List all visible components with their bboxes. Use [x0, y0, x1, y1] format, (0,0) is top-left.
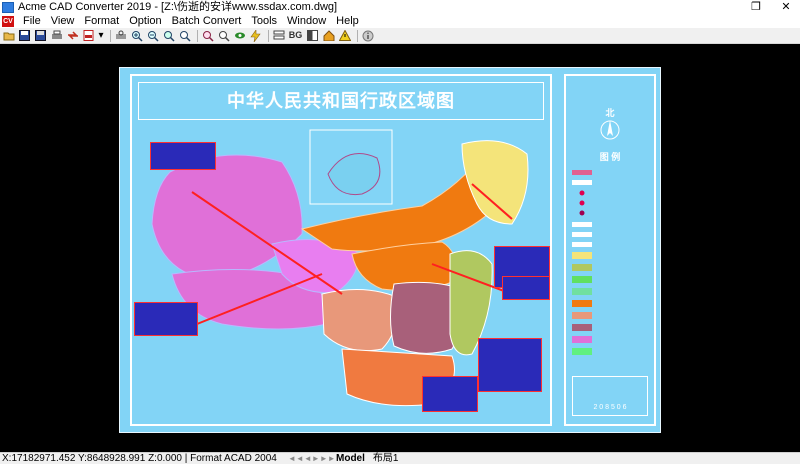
save-as-icon[interactable]: [34, 29, 47, 42]
prev-layout-button[interactable]: ◄: [304, 454, 312, 463]
layout-nav: ◄◄ ◄ ► ►►: [288, 454, 336, 463]
dropdown-arrow-icon[interactable]: ▾: [98, 29, 104, 42]
annotation-box: [150, 142, 216, 170]
map-frame: 中华人民共和国行政区域图: [130, 74, 552, 426]
background-color-button[interactable]: BG: [288, 29, 303, 42]
layers-icon[interactable]: [272, 29, 285, 42]
black-white-icon[interactable]: [306, 29, 319, 42]
menu-bar: CV File View Format Option Batch Convert…: [0, 14, 800, 28]
window-title: Acme CAD Converter 2019 - [Z:\伤逝的安详www.s…: [18, 1, 338, 13]
zoom-in-icon[interactable]: [130, 29, 143, 42]
title-bar: Acme CAD Converter 2019 - [Z:\伤逝的安详www.s…: [0, 0, 800, 14]
open-icon[interactable]: [2, 29, 15, 42]
menu-window[interactable]: Window: [282, 14, 331, 28]
menu-option[interactable]: Option: [124, 14, 166, 28]
zoom-window-icon[interactable]: [162, 29, 175, 42]
first-layout-button[interactable]: ◄◄: [288, 454, 304, 463]
annotation-box: [502, 276, 550, 300]
drawing-workspace[interactable]: 中华人民共和国行政区域图 北 图 例 2 0 8 5 0 6: [0, 44, 800, 452]
annotation-box: [134, 302, 198, 336]
map-title-box: 中华人民共和国行政区域图: [138, 82, 544, 120]
toolbar-separator: [110, 29, 111, 42]
toolbar-separator: [197, 29, 198, 42]
app-icon: [2, 1, 14, 13]
toolbar-separator: [357, 29, 358, 42]
about-icon[interactable]: [361, 29, 374, 42]
map-title: 中华人民共和国行政区域图: [227, 91, 455, 111]
annotation-box: [422, 376, 478, 412]
toolbar: ▾ BG: [0, 28, 800, 44]
save-icon[interactable]: [18, 29, 31, 42]
menu-tools[interactable]: Tools: [246, 14, 282, 28]
zoom-realtime-icon[interactable]: [178, 29, 191, 42]
north-arrow-icon: [600, 120, 620, 140]
zoom-out-icon[interactable]: [146, 29, 159, 42]
menu-help[interactable]: Help: [331, 14, 364, 28]
menu-file[interactable]: File: [18, 14, 46, 28]
tab-layout1[interactable]: 布局1: [369, 453, 403, 464]
menu-format[interactable]: Format: [79, 14, 124, 28]
annotation-box: [478, 338, 542, 392]
zoom-previous-icon[interactable]: [217, 29, 230, 42]
close-button[interactable]: ✕: [772, 0, 800, 14]
tab-model[interactable]: Model: [332, 453, 369, 464]
pdf-icon[interactable]: [82, 29, 95, 42]
print-preview-icon[interactable]: [114, 29, 127, 42]
home-icon[interactable]: [322, 29, 335, 42]
toolbar-separator: [268, 29, 269, 42]
zoom-extents-icon[interactable]: [201, 29, 214, 42]
view-icon[interactable]: [233, 29, 246, 42]
menu-batch-convert[interactable]: Batch Convert: [167, 14, 247, 28]
cursor-coordinates: X:17182971.452 Y:8648928.991 Z:0.000 | F…: [2, 453, 277, 464]
legend-frame: 北 图 例 2 0 8 5 0 6: [564, 74, 656, 426]
legend-title: 图 例: [599, 152, 621, 162]
warning-icon[interactable]: [338, 29, 351, 42]
restore-button[interactable]: ❐: [742, 0, 770, 14]
document-icon[interactable]: CV: [2, 15, 14, 27]
next-layout-button[interactable]: ►: [312, 454, 320, 463]
legend-code: 2 0 8 5 0 6: [593, 404, 627, 411]
status-bar: X:17182971.452 Y:8648928.991 Z:0.000 | F…: [0, 452, 800, 464]
dwg-drawing[interactable]: 中华人民共和国行政区域图 北 图 例 2 0 8 5 0 6: [119, 67, 661, 433]
convert-icon[interactable]: [66, 29, 79, 42]
flash-icon[interactable]: [249, 29, 262, 42]
legend-swatches: [572, 170, 592, 355]
menu-view[interactable]: View: [46, 14, 80, 28]
print-icon[interactable]: [50, 29, 63, 42]
